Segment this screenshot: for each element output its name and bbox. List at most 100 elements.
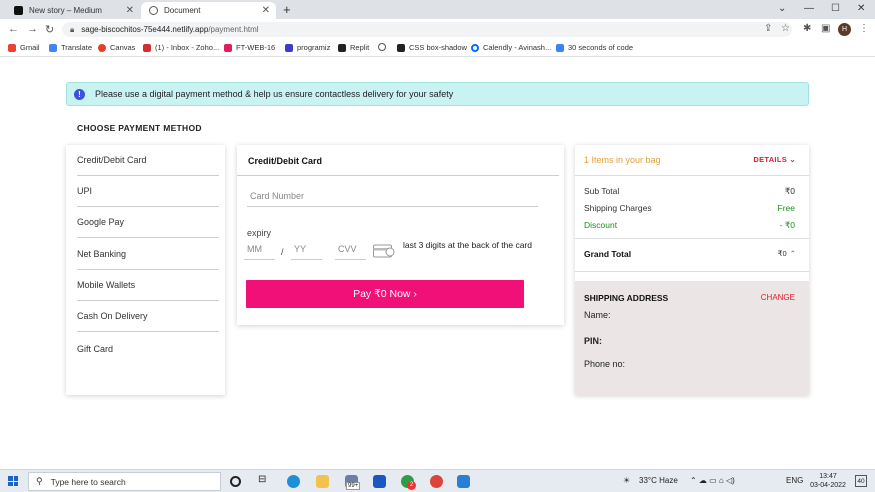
bookmark-zoho[interactable]: (1) - Inbox - Zoho... — [143, 43, 219, 52]
url-field[interactable]: 🔒︎ sage-biscochitos-75e444.netlify.app /… — [62, 22, 792, 37]
bookmark-translate[interactable]: Translate — [49, 43, 92, 52]
tab-document[interactable]: Document ✕ — [141, 2, 276, 19]
calendly-icon — [471, 43, 479, 52]
bookmark-gmail[interactable]: Gmail — [8, 43, 40, 52]
page-title: CHOOSE PAYMENT METHOD — [77, 123, 202, 133]
cortana-icon[interactable] — [230, 476, 241, 487]
pay-now-button[interactable]: Pay ₹0 Now › — [246, 280, 524, 308]
taskbar-search-input[interactable]: ⚲ Type here to search — [28, 472, 221, 491]
cvv-input[interactable]: CVV — [335, 244, 366, 260]
menu-icon[interactable]: ⋮ — [859, 23, 869, 34]
forward-icon[interactable]: → — [27, 23, 38, 35]
new-tab-button[interactable]: + — [283, 2, 291, 17]
slack-icon — [224, 43, 232, 52]
cvv-hint: last 3 digits at the back of the card — [403, 240, 532, 250]
bookmark-css-box-shadow[interactable]: CSS box-shadow — [397, 43, 467, 52]
notification-icon[interactable]: 40 — [855, 475, 867, 487]
file-explorer-icon[interactable] — [316, 475, 329, 488]
tab-search-icon[interactable]: ⌄ — [778, 3, 786, 14]
row-value: Free — [777, 203, 795, 213]
row-label: Discount — [584, 220, 618, 230]
language-indicator[interactable]: ENG — [786, 476, 803, 485]
sidebar-icon[interactable]: ▣ — [821, 23, 830, 34]
discount-row: Discount - ₹0 — [584, 220, 795, 230]
method-net-banking[interactable]: Net Banking — [77, 239, 219, 270]
chrome-icon[interactable] — [430, 475, 443, 488]
method-mobile-wallets[interactable]: Mobile Wallets — [77, 270, 219, 301]
zoho-icon — [143, 43, 151, 52]
divider — [575, 271, 809, 272]
search-icon: ⚲ — [36, 476, 43, 486]
browser-tab-bar: New story – Medium ✕ Document ✕ + ⌄ — ☐ … — [0, 0, 875, 19]
bookmarks-bar: Gmail Translate Canvas (1) - Inbox - Zoh… — [0, 40, 875, 57]
expiry-label: expiry — [247, 228, 272, 238]
minimize-icon[interactable]: — — [804, 3, 814, 14]
close-tab-icon[interactable]: ✕ — [262, 5, 270, 16]
shipping-title: SHIPPING ADDRESS — [584, 293, 669, 303]
method-google-pay[interactable]: Google Pay — [77, 207, 219, 238]
details-toggle[interactable]: DETAILS ⌄ — [753, 155, 796, 164]
url-host: sage-biscochitos-75e444.netlify.app — [81, 25, 209, 34]
bookmark-30-seconds[interactable]: 30 seconds of code — [556, 43, 633, 52]
bookmark-calendly[interactable]: Calendly - Avinash... — [471, 43, 551, 52]
info-icon: ! — [74, 88, 85, 100]
vscode-icon[interactable] — [457, 475, 470, 488]
shipping-charges-row: Shipping Charges Free — [584, 203, 795, 213]
chevron-down-icon: ⌄ — [789, 155, 796, 164]
bookmark-programiz[interactable]: programiz — [285, 43, 330, 52]
tab-title: New story – Medium — [29, 6, 102, 15]
row-value: - ₹0 — [779, 220, 795, 230]
card-number-input[interactable]: Card Number — [247, 191, 538, 207]
divider — [237, 175, 559, 176]
bookmark-star-icon[interactable]: ☆ — [781, 23, 790, 34]
clock-time: 13:47 — [819, 473, 837, 480]
maximize-icon[interactable]: ☐ — [831, 3, 840, 14]
back-icon[interactable]: ← — [8, 23, 19, 35]
card-back-icon — [373, 244, 395, 258]
bookmark-canvas[interactable]: Canvas — [98, 43, 135, 52]
translate-icon — [49, 43, 57, 52]
bookmark-replit[interactable]: Replit — [338, 43, 369, 52]
notice-text: Please use a digital payment method & he… — [95, 89, 454, 99]
chrome-badge: 2 — [407, 481, 416, 490]
extensions-icon[interactable]: ✱ — [803, 23, 811, 34]
bag-count: 1 Items in your bag — [584, 155, 661, 165]
grand-total-value[interactable]: ₹0 ⌃ — [778, 249, 796, 258]
address-bar-row: ← → ↻ 🔒︎ sage-biscochitos-75e444.netlify… — [0, 19, 875, 40]
network-icon[interactable]: ⌃ ☁ ▭ ⌂ ◁) — [690, 476, 735, 485]
clock[interactable]: 13:47 03-04-2022 — [810, 472, 846, 490]
expiry-month-input[interactable]: MM — [244, 244, 275, 260]
method-gift-card[interactable]: Gift Card — [77, 333, 219, 364]
grand-total-label: Grand Total — [584, 249, 632, 259]
gmail-icon — [8, 43, 16, 52]
payment-method-list: Credit/Debit Card UPI Google Pay Net Ban… — [66, 145, 225, 395]
method-upi[interactable]: UPI — [77, 176, 219, 207]
details-label: DETAILS — [753, 155, 788, 164]
tab-medium[interactable]: New story – Medium ✕ — [6, 2, 140, 19]
bookmark-history[interactable] — [378, 43, 390, 51]
reload-icon[interactable]: ↻ — [45, 23, 54, 36]
windows-start-icon[interactable] — [8, 476, 18, 486]
card-payment-form: Credit/Debit Card Card Number expiry MM … — [237, 145, 564, 325]
bookmark-ft-web[interactable]: FT-WEB-16 — [224, 43, 275, 52]
subtotal-row: Sub Total ₹0 — [584, 186, 795, 196]
edge-icon[interactable] — [287, 475, 300, 488]
method-cash-on-delivery[interactable]: Cash On Delivery — [77, 301, 219, 332]
close-window-icon[interactable]: ✕ — [857, 3, 865, 14]
task-view-icon[interactable]: ⊟ — [258, 474, 271, 487]
weather-text[interactable]: 33°C Haze — [639, 476, 678, 485]
close-tab-icon[interactable]: ✕ — [126, 5, 134, 16]
expiry-separator: / — [281, 247, 284, 257]
method-credit-debit-card[interactable]: Credit/Debit Card — [77, 145, 219, 176]
url-path: /payment.html — [208, 25, 259, 34]
divider — [575, 238, 809, 239]
share-icon[interactable]: ⇪ — [764, 23, 772, 34]
shipping-address: SHIPPING ADDRESS CHANGE Name: PIN: Phone… — [575, 281, 809, 395]
expiry-year-input[interactable]: YY — [291, 244, 322, 260]
avatar[interactable]: H — [838, 23, 851, 36]
order-summary: 1 Items in your bag DETAILS ⌄ Sub Total … — [575, 145, 809, 395]
store-icon[interactable] — [373, 475, 386, 488]
change-address-button[interactable]: CHANGE — [761, 293, 795, 302]
bag-header: 1 Items in your bag DETAILS ⌄ — [575, 145, 809, 176]
mail-badge: 99+ — [346, 482, 361, 490]
